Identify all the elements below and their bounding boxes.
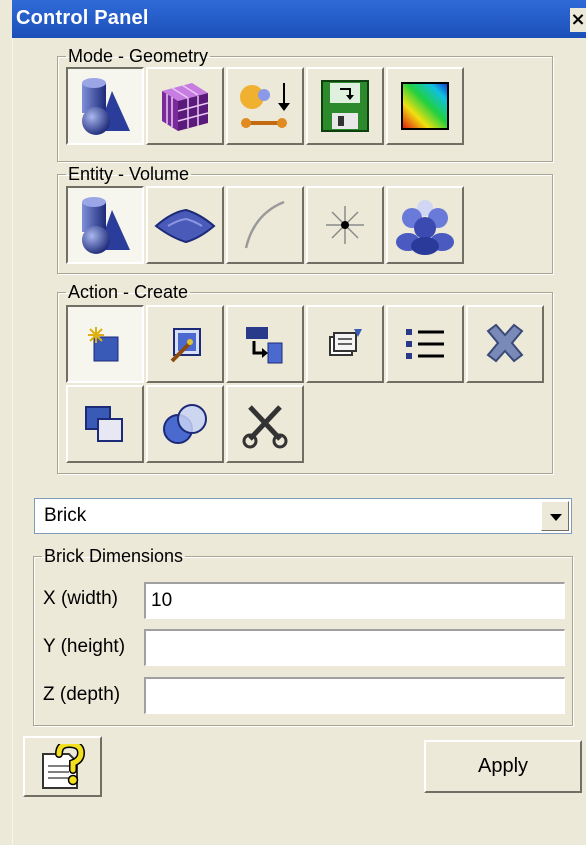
delete-icon — [486, 323, 524, 363]
group-entity-icon — [396, 200, 454, 255]
window-title: Control Panel — [16, 7, 149, 29]
mode-geometry-button[interactable] — [66, 67, 144, 145]
shape-select[interactable]: Brick — [34, 498, 572, 534]
entity-curve-button[interactable] — [226, 186, 304, 264]
entity-surface-button[interactable] — [146, 186, 224, 264]
list-icon — [406, 329, 444, 359]
entity-group-button[interactable] — [386, 186, 464, 264]
action-group-legend: Action - Create — [68, 282, 189, 302]
geometry-mode-icon — [82, 78, 130, 135]
cut-icon — [242, 405, 288, 449]
action-create-button[interactable] — [66, 305, 144, 383]
help-button[interactable] — [23, 736, 102, 797]
properties-icon — [329, 329, 362, 356]
mode-group-legend: Mode - Geometry — [68, 46, 209, 66]
action-list-button[interactable] — [386, 305, 464, 383]
action-modify-button[interactable] — [146, 305, 224, 383]
mode-results-button[interactable] — [386, 67, 464, 145]
z-depth-input[interactable] — [144, 677, 565, 714]
x-width-label: X (width) — [43, 588, 118, 609]
x-width-input[interactable] — [144, 582, 565, 619]
mode-mesh-button[interactable] — [146, 67, 224, 145]
boolean-icon — [163, 404, 207, 444]
entity-vertex-button[interactable] — [306, 186, 384, 264]
y-height-input[interactable] — [144, 629, 565, 666]
results-plot-icon — [401, 82, 449, 130]
copy-icon — [85, 406, 123, 442]
dimensions-group-legend: Brick Dimensions — [44, 546, 184, 566]
help-icon — [42, 744, 86, 789]
shape-select-value: Brick — [44, 505, 87, 526]
window-edge — [12, 38, 13, 845]
mode-save-button[interactable] — [306, 67, 384, 145]
modify-icon — [170, 328, 201, 363]
mode-bc-button[interactable] — [226, 67, 304, 145]
apply-button[interactable]: Apply — [424, 740, 582, 793]
action-transform-button[interactable] — [226, 305, 304, 383]
action-delete-button[interactable] — [466, 305, 544, 383]
vertex-entity-icon — [326, 206, 364, 244]
curve-entity-icon — [244, 200, 285, 249]
close-button[interactable]: × — [570, 8, 586, 32]
chevron-down-icon[interactable] — [541, 501, 569, 531]
action-boolean-button[interactable] — [146, 385, 224, 463]
surface-entity-icon — [154, 208, 216, 244]
mesh-mode-icon — [162, 83, 209, 131]
z-depth-label: Z (depth) — [43, 684, 121, 705]
save-export-icon — [321, 80, 369, 132]
entity-volume-button[interactable] — [66, 186, 144, 264]
volume-entity-icon — [82, 197, 130, 254]
action-properties-button[interactable] — [306, 305, 384, 383]
action-cut-button[interactable] — [226, 385, 304, 463]
transform-icon — [246, 327, 283, 364]
y-height-label: Y (height) — [43, 636, 126, 657]
boundary-conditions-icon — [240, 83, 290, 128]
title-bar: Control Panel × — [12, 0, 586, 38]
action-copy-button[interactable] — [66, 385, 144, 463]
create-icon — [88, 327, 119, 362]
entity-group-legend: Entity - Volume — [68, 164, 190, 184]
